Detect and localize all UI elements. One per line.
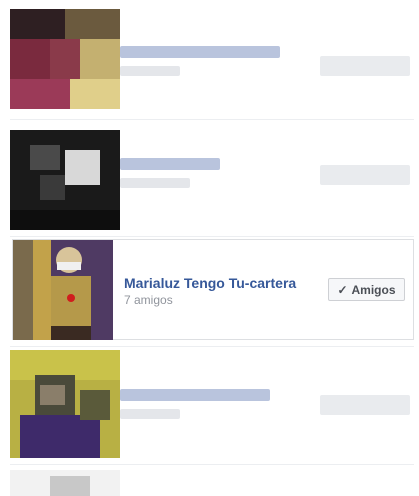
friend-photo-1[interactable]: [10, 9, 120, 109]
friends-button[interactable]: ✓ Amigos: [328, 278, 405, 301]
divider: [10, 346, 414, 347]
friend-name-link[interactable]: Marialuz Tengo Tu-cartera: [124, 275, 296, 291]
friend-photo-5[interactable]: [10, 470, 120, 496]
friend-row-1: [0, 0, 419, 118]
obscured-button: [320, 165, 410, 185]
pixelated-photo-icon: [10, 470, 120, 496]
pixelated-photo-icon: [10, 9, 120, 109]
divider: [10, 464, 414, 465]
obscured-name: [120, 46, 280, 58]
obscured-meta: [120, 178, 190, 188]
friend-row-5: [0, 466, 419, 496]
obscured-button: [320, 395, 410, 415]
obscured-meta: [120, 66, 180, 76]
friend-row-4: [0, 343, 419, 461]
friend-card-photo[interactable]: [13, 240, 113, 340]
friends-button-label: Amigos: [351, 282, 396, 297]
obscured-name: [120, 389, 270, 401]
friend-count[interactable]: 7 amigos: [124, 293, 173, 307]
friend-photo-4[interactable]: [10, 350, 120, 458]
pixelated-photo-icon: [10, 130, 120, 230]
friend-card: Marialuz Tengo Tu-cartera 7 amigos ✓ Ami…: [12, 239, 414, 340]
divider: [10, 236, 414, 237]
obscured-meta: [120, 409, 180, 419]
obscured-name: [120, 158, 220, 170]
friend-row-2: [0, 118, 419, 236]
pixelated-photo-icon: [10, 350, 120, 458]
divider: [10, 119, 414, 120]
friend-photo-2[interactable]: [10, 130, 120, 230]
check-icon: ✓: [337, 282, 348, 297]
profile-photo-icon: [13, 240, 113, 340]
obscured-button: [320, 56, 410, 76]
